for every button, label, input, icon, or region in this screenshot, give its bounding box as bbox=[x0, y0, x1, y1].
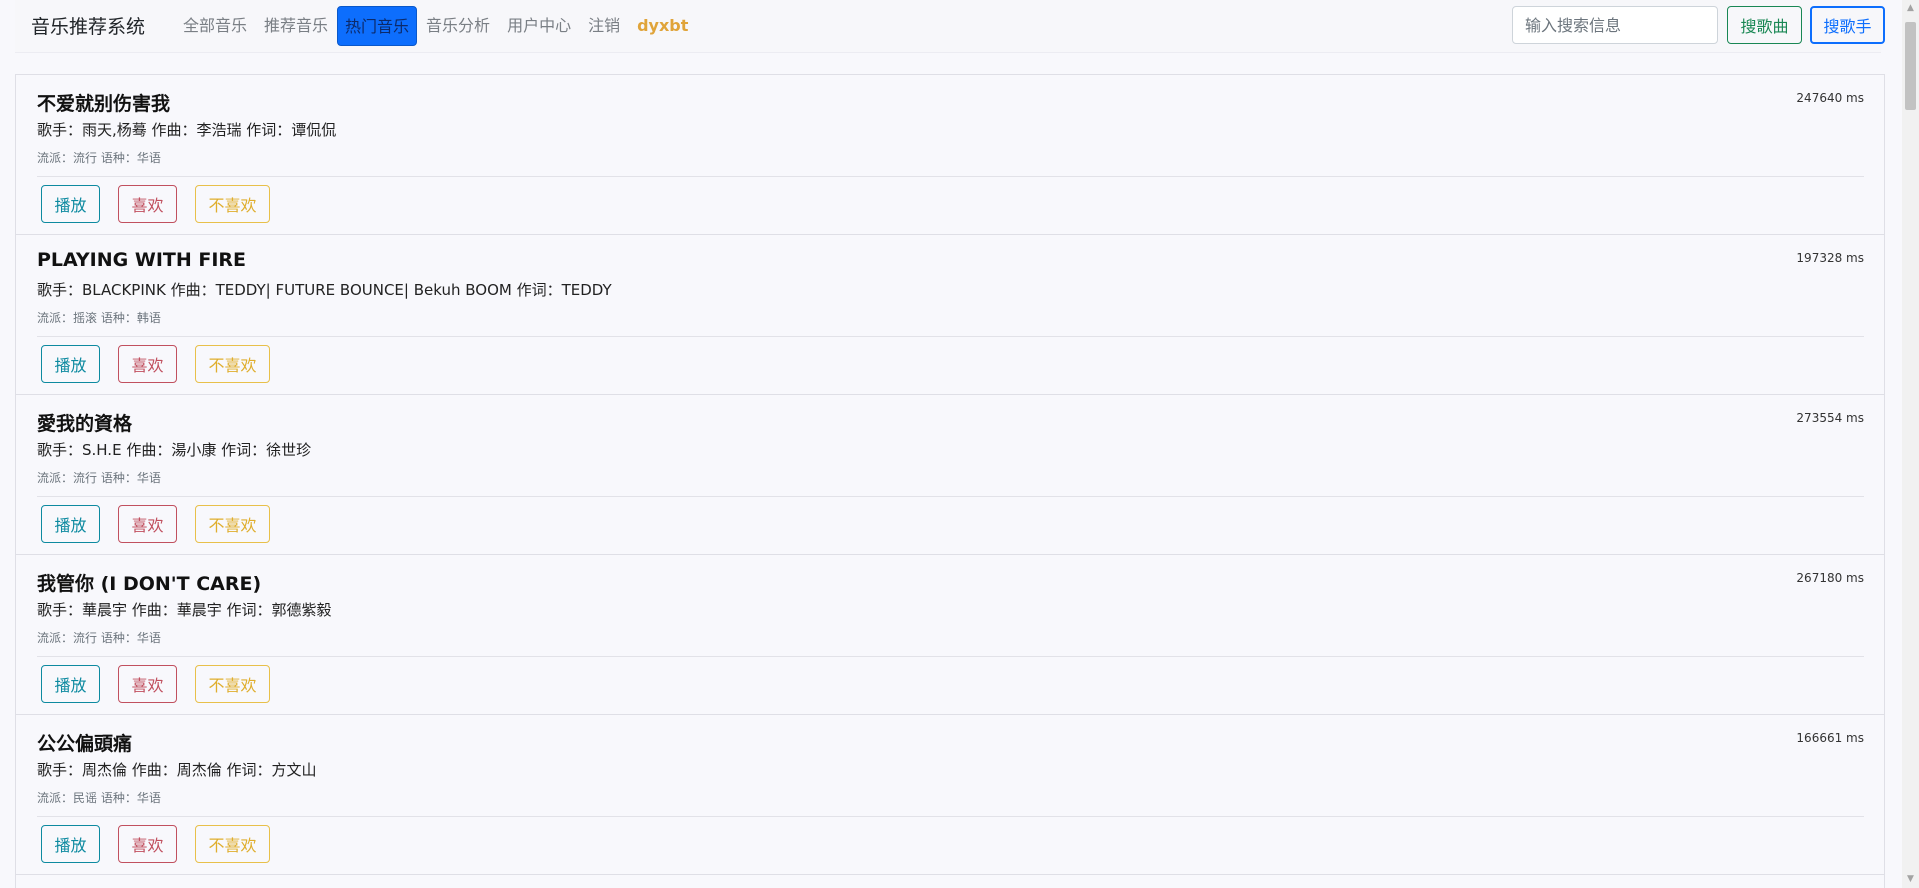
song-item: 愛我的資格 273554 ms 歌手：S.H.E 作曲：湯小康 作词：徐世珍 流… bbox=[16, 395, 1884, 555]
dislike-button[interactable]: 不喜欢 bbox=[195, 185, 270, 223]
current-user: dyxbt bbox=[637, 16, 689, 35]
search-song-button[interactable]: 搜歌曲 bbox=[1727, 6, 1802, 44]
song-duration: 273554 ms bbox=[1796, 411, 1864, 425]
divider bbox=[37, 176, 1864, 177]
nav-recommended-music[interactable]: 推荐音乐 bbox=[256, 6, 336, 46]
dislike-button[interactable]: 不喜欢 bbox=[195, 505, 270, 543]
song-credits: 歌手：周杰倫 作曲：周杰倫 作词：方文山 bbox=[37, 761, 317, 779]
brand[interactable]: 音乐推荐系统 bbox=[31, 12, 145, 39]
song-actions: 播放 喜欢 不喜欢 bbox=[41, 825, 288, 863]
divider bbox=[37, 656, 1864, 657]
divider bbox=[37, 816, 1864, 817]
scroll-down-arrow-icon[interactable]: ▼ bbox=[1902, 871, 1919, 888]
dislike-button[interactable]: 不喜欢 bbox=[195, 825, 270, 863]
song-title: 愛我的資格 bbox=[37, 413, 133, 435]
play-button[interactable]: 播放 bbox=[41, 345, 100, 383]
nav-logout[interactable]: 注销 bbox=[580, 6, 628, 46]
song-actions: 播放 喜欢 不喜欢 bbox=[41, 185, 288, 223]
song-tags: 流派：流行 语种：华语 bbox=[37, 471, 161, 485]
like-button[interactable]: 喜欢 bbox=[118, 505, 177, 543]
play-button[interactable]: 播放 bbox=[41, 665, 100, 703]
nav-user-center[interactable]: 用户中心 bbox=[499, 6, 579, 46]
like-button[interactable]: 喜欢 bbox=[118, 345, 177, 383]
song-duration: 247640 ms bbox=[1796, 91, 1864, 105]
like-button[interactable]: 喜欢 bbox=[118, 185, 177, 223]
song-title: 公公偏頭痛 bbox=[37, 733, 133, 755]
song-tags: 流派：民谣 语种：华语 bbox=[37, 791, 161, 805]
divider bbox=[37, 336, 1864, 337]
like-button[interactable]: 喜欢 bbox=[118, 665, 177, 703]
search-input[interactable] bbox=[1512, 6, 1718, 44]
scrollbar-thumb[interactable] bbox=[1905, 22, 1916, 110]
song-actions: 播放 喜欢 不喜欢 bbox=[41, 505, 288, 543]
play-button[interactable]: 播放 bbox=[41, 825, 100, 863]
song-credits: 歌手：雨天,杨蓦 作曲：李浩瑞 作词：谭侃侃 bbox=[37, 121, 337, 139]
song-item: 不爱就别伤害我 247640 ms 歌手：雨天,杨蓦 作曲：李浩瑞 作词：谭侃侃… bbox=[16, 75, 1884, 235]
song-duration: 267180 ms bbox=[1796, 571, 1864, 585]
song-tags: 流派：摇滚 语种：韩语 bbox=[37, 311, 161, 325]
nav-all-music[interactable]: 全部音乐 bbox=[175, 6, 255, 46]
play-button[interactable]: 播放 bbox=[41, 505, 100, 543]
song-credits: 歌手：華晨宇 作曲：華晨宇 作词：郭德紫毅 bbox=[37, 601, 332, 619]
nav-links: 全部音乐 推荐音乐 热门音乐 音乐分析 用户中心 注销 dyxbt bbox=[175, 6, 688, 46]
song-list: 不爱就别伤害我 247640 ms 歌手：雨天,杨蓦 作曲：李浩瑞 作词：谭侃侃… bbox=[15, 74, 1885, 888]
dislike-button[interactable]: 不喜欢 bbox=[195, 665, 270, 703]
song-tags: 流派：流行 语种：华语 bbox=[37, 151, 161, 165]
like-button[interactable]: 喜欢 bbox=[118, 825, 177, 863]
song-item: 我管你 (I DON'T CARE) 267180 ms 歌手：華晨宇 作曲：華… bbox=[16, 555, 1884, 715]
scroll-up-arrow-icon[interactable]: ▲ bbox=[1902, 0, 1919, 17]
song-credits: 歌手：S.H.E 作曲：湯小康 作词：徐世珍 bbox=[37, 441, 312, 459]
song-title: 不爱就别伤害我 bbox=[37, 93, 171, 115]
song-item: 公公偏頭痛 166661 ms 歌手：周杰倫 作曲：周杰倫 作词：方文山 流派：… bbox=[16, 715, 1884, 875]
vertical-scrollbar[interactable]: ▲ ▼ bbox=[1902, 0, 1919, 888]
song-actions: 播放 喜欢 不喜欢 bbox=[41, 345, 288, 383]
song-credits: 歌手：BLACKPINK 作曲：TEDDY| FUTURE BOUNCE| Be… bbox=[37, 281, 612, 299]
search-singer-button[interactable]: 搜歌手 bbox=[1810, 6, 1885, 44]
dislike-button[interactable]: 不喜欢 bbox=[195, 345, 270, 383]
song-title: 我管你 (I DON'T CARE) bbox=[37, 573, 262, 595]
song-item: PLAYING WITH FIRE 197328 ms 歌手：BLACKPINK… bbox=[16, 235, 1884, 395]
divider bbox=[37, 496, 1864, 497]
song-duration: 197328 ms bbox=[1796, 251, 1864, 265]
navbar: 音乐推荐系统 全部音乐 推荐音乐 热门音乐 音乐分析 用户中心 注销 dyxbt… bbox=[15, 0, 1885, 53]
song-title: PLAYING WITH FIRE bbox=[37, 249, 247, 271]
song-duration: 166661 ms bbox=[1796, 731, 1864, 745]
nav-music-analysis[interactable]: 音乐分析 bbox=[418, 6, 498, 46]
play-button[interactable]: 播放 bbox=[41, 185, 100, 223]
song-tags: 流派：流行 语种：华语 bbox=[37, 631, 161, 645]
song-actions: 播放 喜欢 不喜欢 bbox=[41, 665, 288, 703]
nav-hot-music[interactable]: 热门音乐 bbox=[337, 6, 418, 46]
